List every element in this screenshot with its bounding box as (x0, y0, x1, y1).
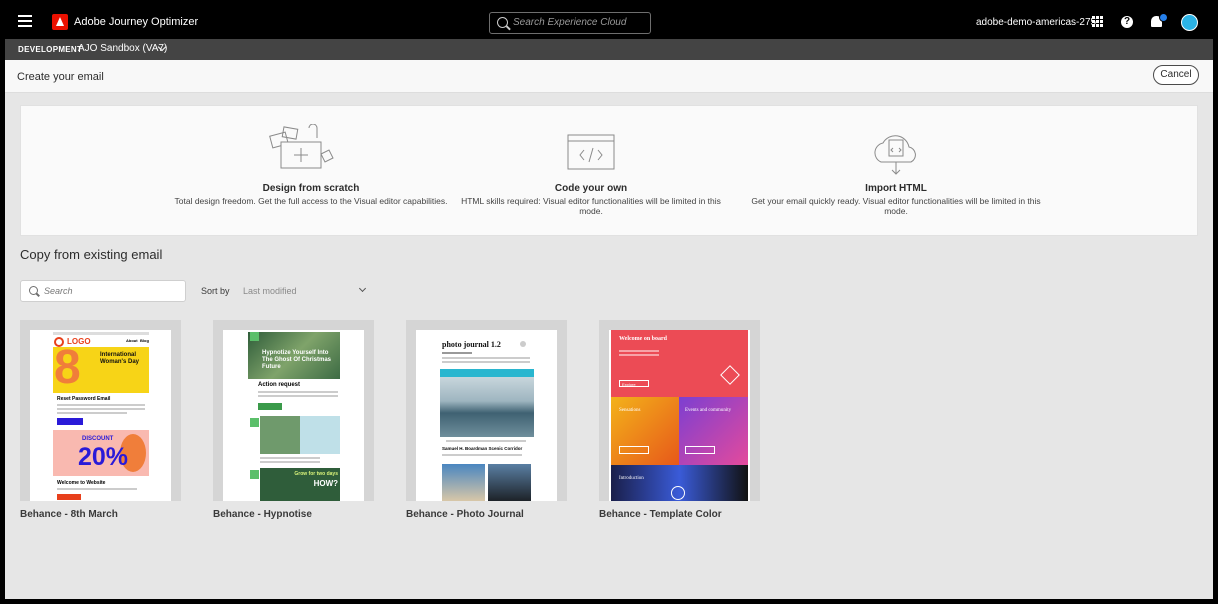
chevron-down-icon[interactable] (358, 284, 367, 293)
template-footer-title: Welcome to Website (57, 480, 106, 486)
global-search-input[interactable]: Search Experience Cloud (489, 12, 651, 34)
template-column-title: Sensations (619, 408, 641, 413)
search-placeholder: Search (44, 286, 73, 296)
template-headline: Welcome on board (619, 336, 667, 342)
template-card[interactable]: photo journal 1.2 Samuel H. Boardman Sce… (406, 320, 567, 501)
template-thumbnail: Hypnotize Yourself Into The Ghost Of Chr… (223, 330, 364, 501)
template-button: Explore (619, 380, 649, 387)
template-promo-heading: HOW? (313, 479, 338, 488)
template-name[interactable]: Behance - Photo Journal (406, 509, 524, 520)
sort-label: Sort by (201, 286, 230, 296)
option-description: Total design freedom. Get the full acces… (174, 196, 448, 206)
import-html-icon (874, 135, 916, 175)
template-caption: Samuel H. Boardman Scenic Corridor (442, 446, 523, 451)
template-headline: International Woman's Day (100, 352, 139, 365)
org-switcher[interactable]: adobe-demo-americas-275 (976, 17, 1096, 28)
option-title: Import HTML (865, 183, 927, 194)
template-thumbnail: photo journal 1.2 Samuel H. Boardman Sce… (416, 330, 557, 501)
code-icon (567, 134, 615, 170)
sandbox-bar: DEVELOPMENT AJO Sandbox (VA7) (5, 39, 1213, 60)
top-bar: Adobe Journey Optimizer Search Experienc… (5, 5, 1213, 39)
page-header: Create your email Cancel (5, 60, 1213, 93)
global-search-placeholder: Search Experience Cloud (513, 17, 627, 28)
section-title: Copy from existing email (20, 247, 163, 262)
template-section-title: Reset Password Email (57, 396, 111, 402)
creation-options-panel: Design from scratch Total design freedom… (20, 105, 1198, 236)
sandbox-switcher[interactable]: AJO Sandbox (VA7) (78, 43, 167, 54)
template-promo-text: Grow for two days (294, 471, 338, 477)
template-thumbnail: Welcome on board Explore Sensations Even… (609, 330, 750, 501)
template-section-title: Action request (258, 382, 301, 388)
option-title: Design from scratch (262, 183, 360, 194)
play-icon (671, 486, 685, 500)
template-name[interactable]: Behance - 8th March (20, 509, 118, 520)
option-description: Get your email quickly ready. Visual edi… (751, 196, 1041, 216)
template-footer-title: Introduction (619, 476, 644, 481)
option-description: HTML skills required: Visual editor func… (461, 196, 721, 216)
template-column-title: Events and community (685, 408, 732, 413)
sort-dropdown[interactable]: Last modified (243, 286, 297, 296)
template-card[interactable]: Welcome on board Explore Sensations Even… (599, 320, 760, 501)
search-icon (29, 286, 38, 295)
option-design-from-scratch[interactable]: Design from scratch Total design freedom… (171, 106, 451, 235)
template-card[interactable]: LOGO About Blog 8 International Woman's … (20, 320, 181, 501)
template-discount-value: 20% (78, 443, 129, 471)
page-title: Create your email (17, 71, 104, 83)
apps-grid-icon[interactable] (1092, 16, 1103, 27)
template-headline: Hypnotize Yourself Into The Ghost Of Chr… (262, 350, 332, 370)
adobe-logo-icon (52, 14, 68, 30)
design-from-scratch-icon (269, 124, 334, 169)
template-name[interactable]: Behance - Hypnotise (213, 509, 312, 520)
option-import-html[interactable]: Import HTML Get your email quickly ready… (741, 106, 1051, 235)
help-icon[interactable]: ? (1121, 16, 1133, 28)
app-title: Adobe Journey Optimizer (74, 16, 199, 28)
user-avatar[interactable] (1181, 14, 1198, 31)
environment-label: DEVELOPMENT (18, 45, 83, 54)
template-discount-label: DISCOUNT (82, 436, 114, 442)
template-name[interactable]: Behance - Template Color (599, 509, 722, 520)
cancel-button[interactable]: Cancel (1153, 65, 1199, 85)
template-nav-item: Blog (140, 338, 149, 343)
template-search-input[interactable]: Search (20, 280, 186, 302)
search-icon (497, 17, 508, 28)
notification-badge (1159, 13, 1168, 22)
template-card[interactable]: Hypnotize Yourself Into The Ghost Of Chr… (213, 320, 374, 501)
template-nav-item: About (126, 338, 138, 343)
menu-icon[interactable] (18, 15, 32, 27)
template-big-number: 8 (54, 341, 81, 394)
template-headline: photo journal 1.2 (442, 340, 501, 349)
option-code-your-own[interactable]: Code your own HTML skills required: Visu… (451, 106, 731, 235)
option-title: Code your own (554, 183, 628, 194)
app-window: Adobe Journey Optimizer Search Experienc… (0, 0, 1218, 604)
template-thumbnail: LOGO About Blog 8 International Woman's … (30, 330, 171, 501)
